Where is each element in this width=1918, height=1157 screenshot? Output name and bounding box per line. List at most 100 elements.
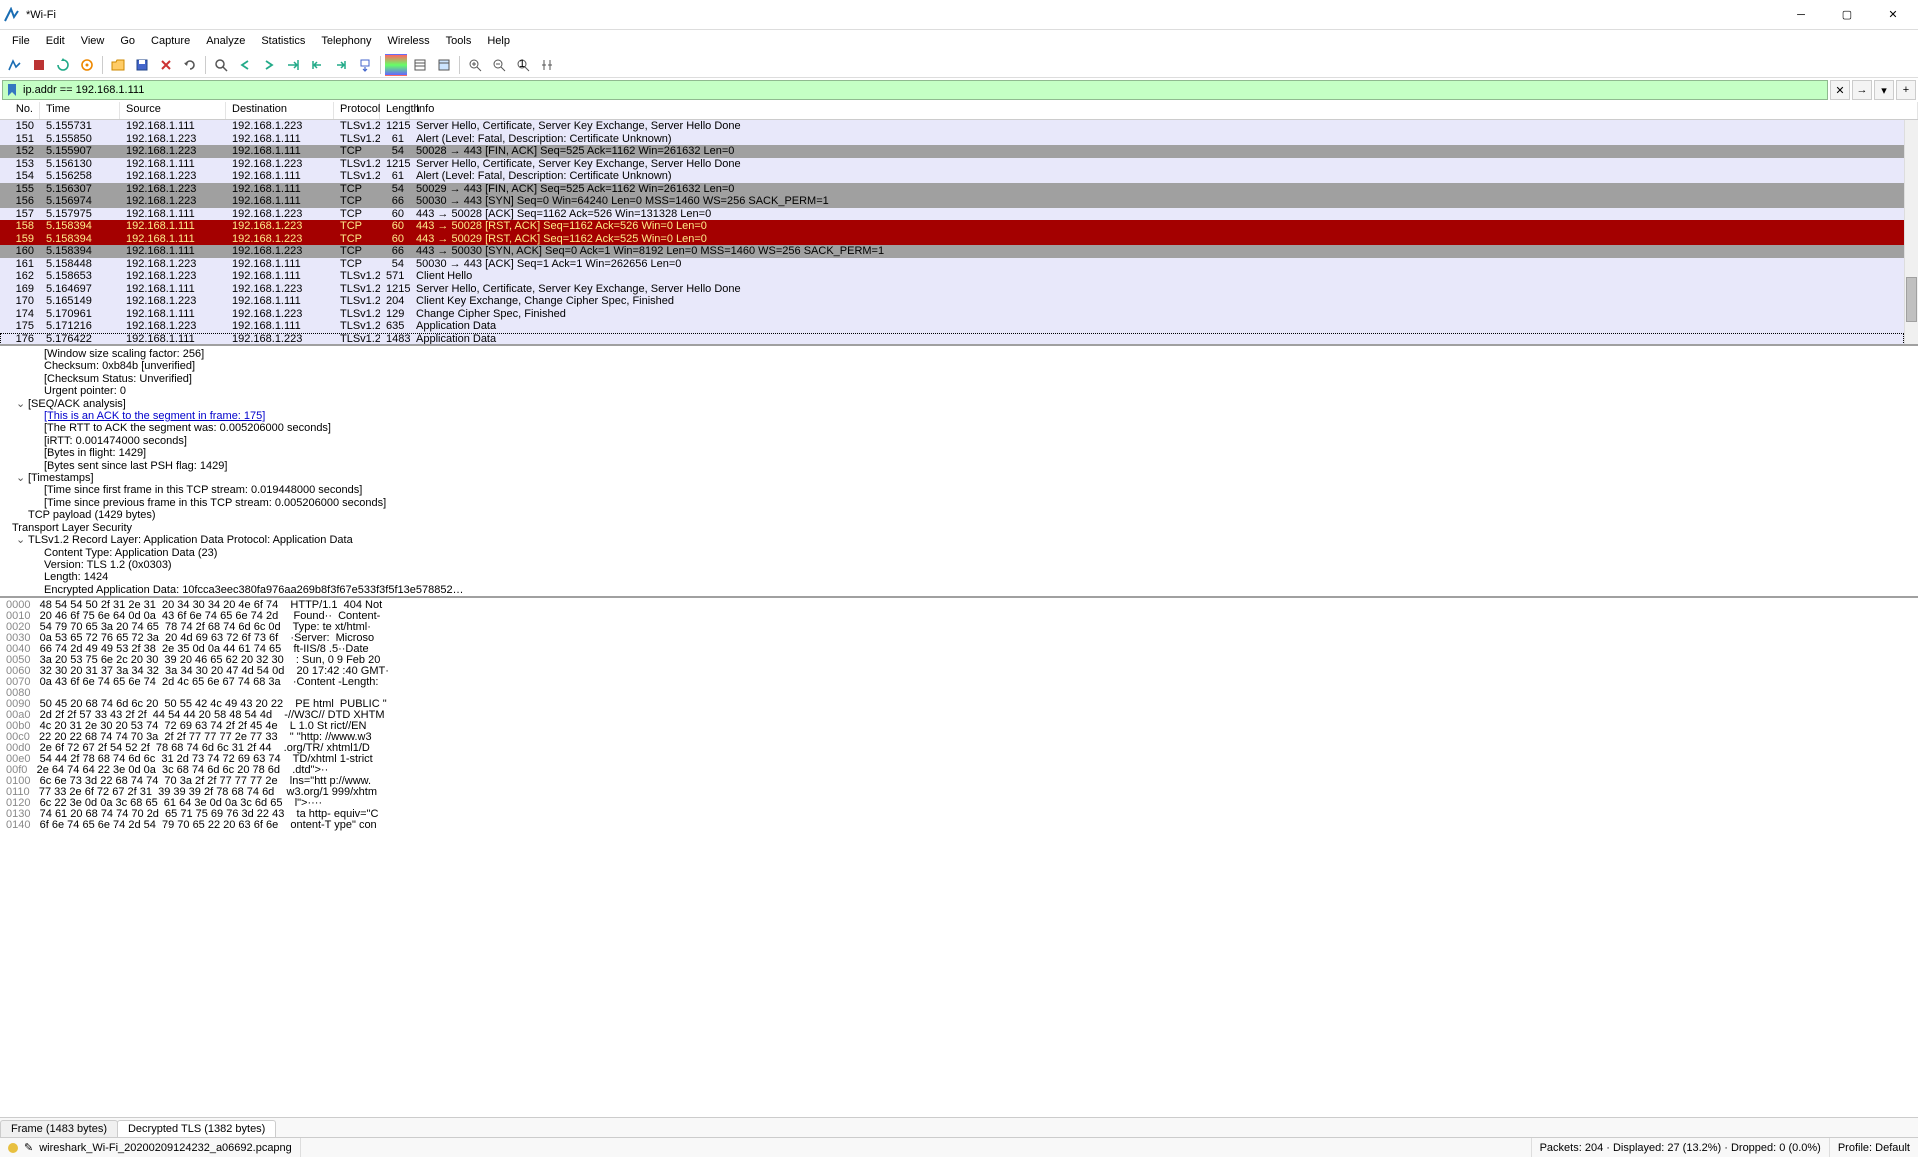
detail-line[interactable]: [Bytes sent since last PSH flag: 1429] [0,460,1918,472]
detail-line[interactable]: Checksum: 0xb84b [unverified] [0,360,1918,372]
packet-row[interactable]: 1705.165149192.168.1.223192.168.1.111TLS… [0,295,1904,308]
packet-list-scrollbar[interactable] [1904,120,1918,344]
packet-row[interactable]: 1625.158653192.168.1.223192.168.1.111TLS… [0,270,1904,283]
zoom-reset-icon[interactable]: 1 [512,54,534,76]
zoom-out-icon[interactable] [488,54,510,76]
menu-analyze[interactable]: Analyze [198,33,253,49]
detail-line[interactable]: [Checksum Status: Unverified] [0,373,1918,385]
auto-scroll-icon[interactable] [354,54,376,76]
filter-history-icon[interactable]: ▾ [1874,80,1894,100]
expert-info-icon[interactable] [8,1143,18,1153]
menu-capture[interactable]: Capture [143,33,198,49]
maximize-button[interactable]: ▢ [1824,0,1870,30]
detail-line[interactable]: ⌄[Timestamps] [0,472,1918,484]
edit-preferences-icon[interactable]: ✎ [24,1141,33,1154]
go-last-icon[interactable] [330,54,352,76]
jump-to-icon[interactable] [282,54,304,76]
col-header-time[interactable]: Time [40,102,120,119]
detail-line[interactable]: ⌄TLSv1.2 Record Layer: Application Data … [0,534,1918,546]
packet-row[interactable]: 1695.164697192.168.1.111192.168.1.223TLS… [0,283,1904,296]
col-header-info[interactable]: Info [410,102,1918,119]
colorize-icon[interactable] [385,54,407,76]
menu-view[interactable]: View [73,33,113,49]
detail-line[interactable]: TCP payload (1429 bytes) [0,509,1918,521]
hex-row[interactable]: 0140 6f 6e 74 65 6e 74 2d 54 79 70 65 22… [6,820,1912,831]
packet-list-header[interactable]: No. Time Source Destination Protocol Len… [0,102,1918,120]
packet-row[interactable]: 1755.171216192.168.1.223192.168.1.111TLS… [0,320,1904,333]
go-back-icon[interactable] [234,54,256,76]
packet-row[interactable]: 1745.170961192.168.1.111192.168.1.223TLS… [0,308,1904,321]
close-file-icon[interactable] [155,54,177,76]
find-packet-icon[interactable] [210,54,232,76]
packet-row[interactable]: 1525.155907192.168.1.223192.168.1.111TCP… [0,145,1904,158]
detail-line[interactable]: Version: TLS 1.2 (0x0303) [0,559,1918,571]
packet-details-pane[interactable]: [Window size scaling factor: 256]Checksu… [0,346,1918,598]
detail-line[interactable]: [Time since previous frame in this TCP s… [0,497,1918,509]
zoom-in-icon[interactable] [464,54,486,76]
detail-line[interactable]: Content Type: Application Data (23) [0,547,1918,559]
packet-row[interactable]: 1545.156258192.168.1.223192.168.1.111TLS… [0,170,1904,183]
display-filter-input[interactable] [2,80,1828,100]
col-header-length[interactable]: Length [380,102,410,119]
close-button[interactable]: ✕ [1870,0,1916,30]
menu-help[interactable]: Help [479,33,518,49]
col-header-source[interactable]: Source [120,102,226,119]
bookmark-filter-icon[interactable] [5,83,19,97]
detail-line[interactable]: Transport Layer Security [0,522,1918,534]
detail-line[interactable]: [Window size scaling factor: 256] [0,348,1918,360]
stop-capture-icon[interactable] [28,54,50,76]
menu-telephony[interactable]: Telephony [313,33,379,49]
packet-row[interactable]: 1565.156974192.168.1.223192.168.1.111TCP… [0,195,1904,208]
packet-detail-pane-icon[interactable] [433,54,455,76]
filter-add-icon[interactable]: + [1896,80,1916,100]
bytes-tab[interactable]: Frame (1483 bytes) [0,1120,118,1137]
menu-file[interactable]: File [4,33,38,49]
packet-row[interactable]: 1575.157975192.168.1.111192.168.1.223TCP… [0,208,1904,221]
menu-go[interactable]: Go [112,33,143,49]
restart-capture-icon[interactable] [52,54,74,76]
packet-row[interactable]: 1585.158394192.168.1.111192.168.1.223TCP… [0,220,1904,233]
hex-row[interactable]: 0070 0a 43 6f 6e 74 65 6e 74 2d 4c 65 6e… [6,677,1912,688]
menu-wireless[interactable]: Wireless [380,33,438,49]
status-profile[interactable]: Profile: Default [1838,1142,1910,1154]
menu-tools[interactable]: Tools [438,33,480,49]
apply-filter-icon[interactable]: → [1852,80,1872,100]
detail-line[interactable]: [The RTT to ACK the segment was: 0.00520… [0,422,1918,434]
packet-row[interactable]: 1535.156130192.168.1.111192.168.1.223TLS… [0,158,1904,171]
detail-line[interactable]: ⌄[SEQ/ACK analysis] [0,398,1918,410]
bytes-tab[interactable]: Decrypted TLS (1382 bytes) [117,1120,276,1137]
menu-edit[interactable]: Edit [38,33,73,49]
detail-line[interactable]: [This is an ACK to the segment in frame:… [0,410,1918,422]
packet-bytes-pane[interactable]: 0000 48 54 54 50 2f 31 2e 31 20 34 30 34… [0,598,1918,1117]
resize-columns-icon[interactable] [536,54,558,76]
col-header-proto[interactable]: Protocol [334,102,380,119]
detail-line[interactable]: [iRTT: 0.001474000 seconds] [0,435,1918,447]
menu-statistics[interactable]: Statistics [253,33,313,49]
packet-row[interactable]: 1555.156307192.168.1.223192.168.1.111TCP… [0,183,1904,196]
col-header-no[interactable]: No. [0,102,40,119]
start-capture-icon[interactable] [4,54,26,76]
packet-row[interactable]: 1615.158448192.168.1.223192.168.1.111TCP… [0,258,1904,271]
detail-line[interactable]: [Time since first frame in this TCP stre… [0,484,1918,496]
packet-list-pane-icon[interactable] [409,54,431,76]
detail-line[interactable]: Urgent pointer: 0 [0,385,1918,397]
packet-row[interactable]: 1595.158394192.168.1.111192.168.1.223TCP… [0,233,1904,246]
reload-file-icon[interactable] [179,54,201,76]
capture-options-icon[interactable] [76,54,98,76]
packet-row[interactable]: 1515.155850192.168.1.223192.168.1.111TLS… [0,133,1904,146]
col-header-dest[interactable]: Destination [226,102,334,119]
packet-row[interactable]: 1505.155731192.168.1.111192.168.1.223TLS… [0,120,1904,133]
clear-filter-icon[interactable]: ✕ [1830,80,1850,100]
go-forward-icon[interactable] [258,54,280,76]
detail-line[interactable]: Length: 1424 [0,571,1918,583]
packet-row[interactable]: 1765.176422192.168.1.111192.168.1.223TLS… [0,333,1904,345]
go-first-icon[interactable] [306,54,328,76]
packet-row[interactable]: 1605.158394192.168.1.111192.168.1.223TCP… [0,245,1904,258]
open-file-icon[interactable] [107,54,129,76]
filter-bar: ✕ → ▾ + [0,78,1918,102]
minimize-button[interactable]: ─ [1778,0,1824,30]
save-file-icon[interactable] [131,54,153,76]
detail-line[interactable]: Encrypted Application Data: 10fcca3eec38… [0,584,1918,596]
detail-line[interactable]: [Bytes in flight: 1429] [0,447,1918,459]
packet-list-pane: No. Time Source Destination Protocol Len… [0,102,1918,346]
